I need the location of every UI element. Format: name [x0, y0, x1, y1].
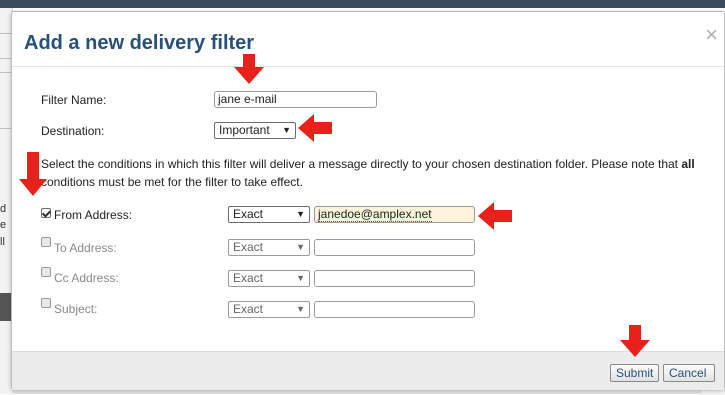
cc-address-match-select[interactable]: Exact ▼ [228, 270, 310, 287]
cc-address-label: Cc Address: [54, 271, 119, 285]
from-address-value: janedoe@amplex.net [318, 207, 432, 222]
to-address-match-value: Exact [233, 240, 264, 254]
cc-address-input[interactable] [314, 270, 475, 287]
to-address-match-select[interactable]: Exact ▼ [228, 239, 310, 256]
filter-name-input[interactable]: jane e-mail [214, 91, 377, 108]
emphasis-all: all [681, 157, 695, 171]
caret-down-icon: ▼ [296, 304, 305, 314]
conditions-description: Select the conditions in which this filt… [41, 157, 695, 189]
title-divider [12, 66, 724, 67]
subject-label: Subject: [54, 302, 98, 316]
background-text-fragment: d [0, 203, 7, 215]
red-arrow-icon [478, 202, 512, 230]
from-address-checkbox[interactable] [41, 208, 51, 218]
cc-address-checkbox[interactable] [41, 267, 51, 277]
cc-address-match-value: Exact [233, 271, 264, 285]
subject-match-value: Exact [233, 302, 264, 316]
close-icon[interactable]: × [705, 24, 718, 46]
to-address-label: To Address: [54, 241, 117, 255]
background-header-bar [0, 0, 725, 8]
red-arrow-icon [298, 114, 332, 142]
red-arrow-icon [19, 152, 47, 196]
destination-select[interactable]: Important ▼ [214, 122, 296, 139]
from-address-label: From Address: [54, 208, 133, 222]
dialog-title: Add a new delivery filter [24, 32, 255, 54]
from-address-match-select[interactable]: Exact ▼ [228, 206, 310, 223]
submit-button[interactable]: Submit [610, 364, 659, 382]
destination-label: Destination: [41, 124, 105, 138]
subject-input[interactable] [314, 301, 475, 318]
red-arrow-icon [620, 325, 650, 357]
filter-name-label: Filter Name: [41, 93, 107, 107]
subject-checkbox[interactable] [41, 298, 51, 308]
to-address-checkbox[interactable] [41, 237, 51, 247]
caret-down-icon: ▼ [282, 125, 291, 135]
cancel-button[interactable]: Cancel [663, 364, 715, 382]
caret-down-icon: ▼ [296, 273, 305, 283]
background-text-fragment: ll [0, 236, 5, 248]
caret-down-icon: ▼ [296, 209, 305, 219]
from-address-match-value: Exact [233, 207, 264, 221]
caret-down-icon: ▼ [296, 242, 305, 252]
destination-value: Important [219, 123, 270, 137]
from-address-input[interactable]: janedoe@amplex.net [314, 206, 475, 223]
to-address-input[interactable] [314, 239, 475, 256]
red-arrow-icon [234, 54, 264, 84]
background-text-fragment: e [0, 219, 7, 231]
subject-match-select[interactable]: Exact ▼ [228, 301, 310, 318]
